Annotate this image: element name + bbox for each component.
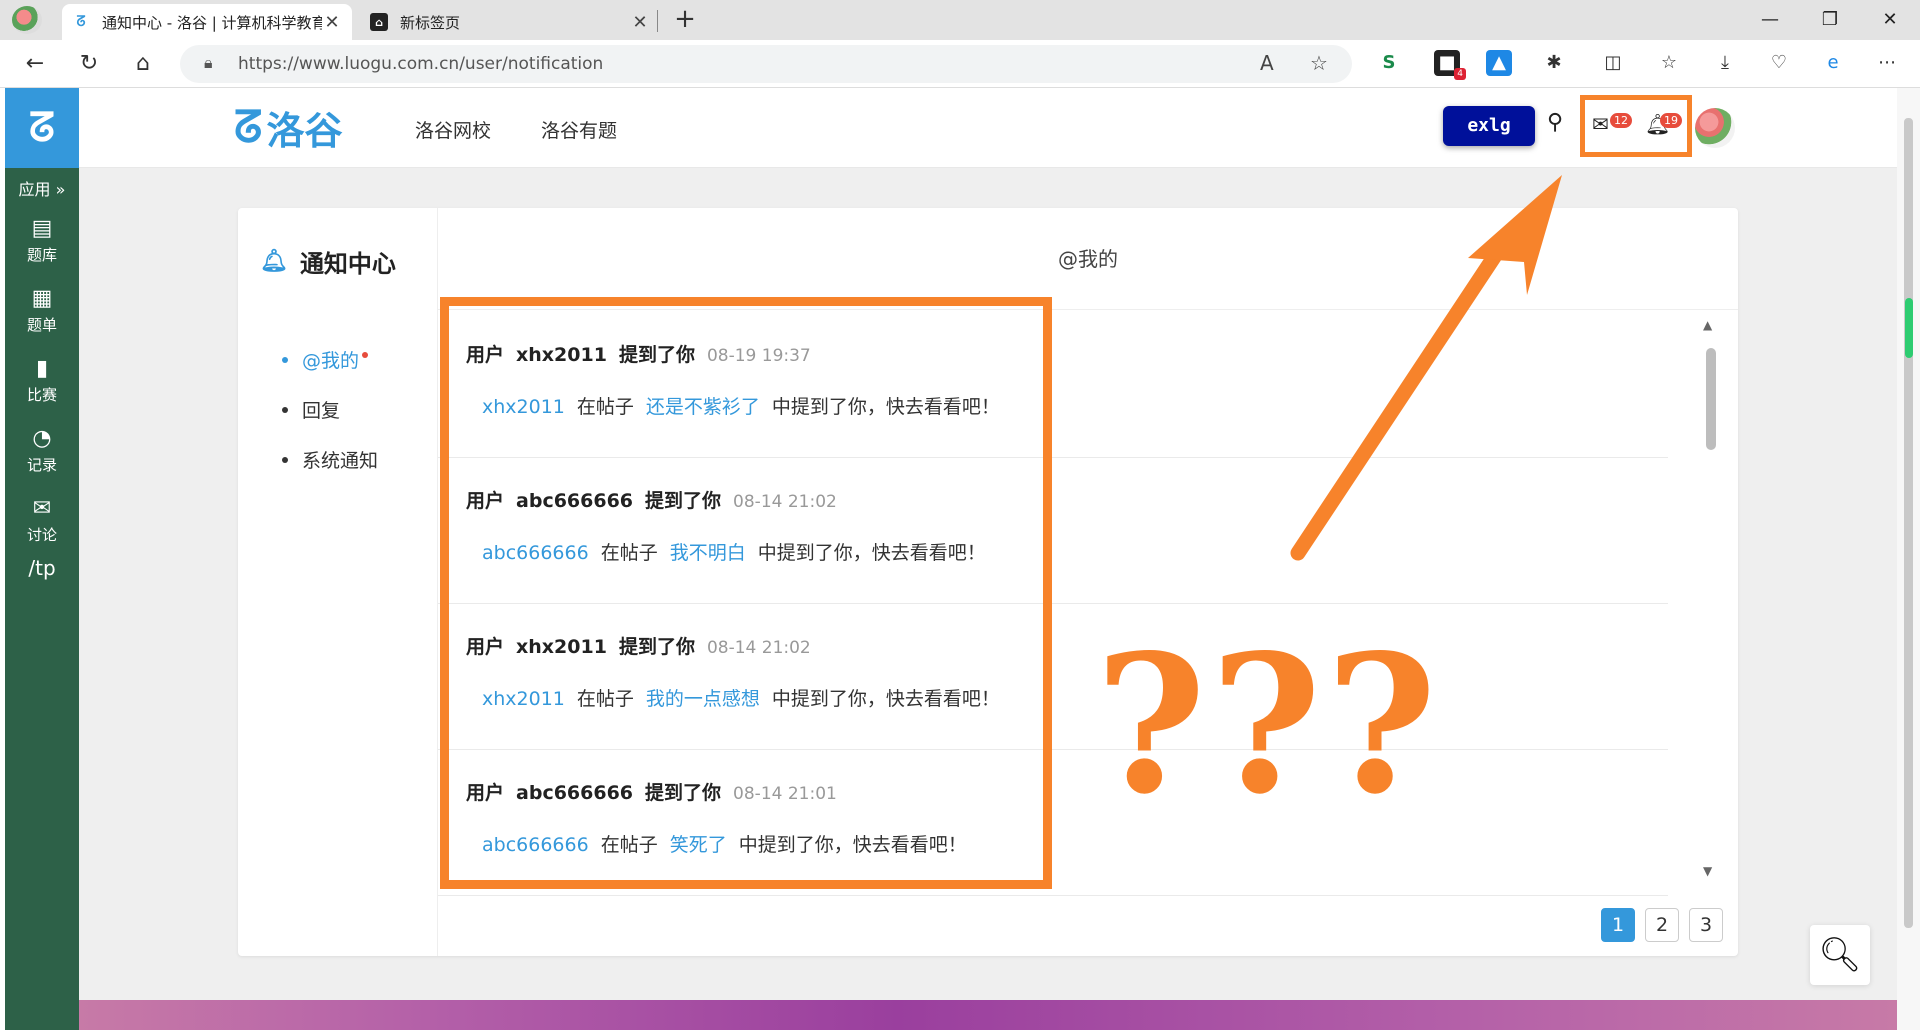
- floating-search-icon[interactable]: 🔍︎: [1810, 925, 1870, 985]
- page-scroll-thumb[interactable]: [1904, 118, 1913, 928]
- page-scroll-marker: [1905, 298, 1913, 358]
- page-scrollbar[interactable]: [1897, 88, 1920, 1030]
- question-marks-annotation: ???: [1095, 613, 1441, 836]
- annotation-arrow: [1290, 175, 1562, 561]
- arrow-shaft: [1290, 222, 1520, 561]
